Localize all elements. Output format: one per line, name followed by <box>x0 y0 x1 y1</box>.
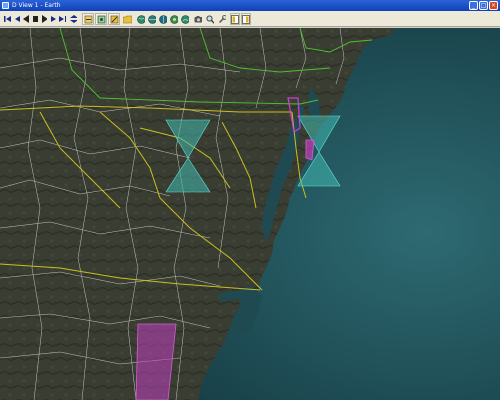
play-backward-icon <box>23 15 29 23</box>
window-controls: _ □ × <box>469 1 498 10</box>
pan-icon <box>97 15 105 23</box>
app-window: D View 1 - Earth _ □ × <box>0 0 500 400</box>
camera-icon <box>194 16 202 23</box>
globe-5-button[interactable] <box>180 13 190 25</box>
loop-icon <box>70 15 77 23</box>
stop-button[interactable] <box>31 13 39 25</box>
window-title: D View 1 - Earth <box>12 2 61 9</box>
step-back-icon <box>15 16 20 22</box>
globe-icon <box>137 14 145 24</box>
rotate-icon <box>110 15 118 23</box>
app-icon <box>2 2 9 9</box>
globe-4-button[interactable] <box>169 13 179 25</box>
pan-button[interactable] <box>95 13 107 25</box>
panel-left-icon <box>231 14 239 24</box>
toolbar <box>0 11 500 27</box>
step-forward-icon <box>51 16 56 22</box>
play-forward-button[interactable] <box>40 13 48 25</box>
settings-button[interactable] <box>217 13 227 25</box>
globe-icon <box>148 14 156 24</box>
close-button[interactable]: × <box>489 1 498 10</box>
panel-left-button[interactable] <box>230 13 240 25</box>
last-frame-icon <box>59 16 66 22</box>
globe-icon <box>170 14 178 24</box>
rotate-button[interactable] <box>108 13 120 25</box>
step-forward-button[interactable] <box>49 13 57 25</box>
folder-icon <box>123 15 132 23</box>
first-frame-icon <box>4 16 11 22</box>
maximize-button[interactable]: □ <box>479 1 488 10</box>
zoom-button[interactable] <box>82 13 94 25</box>
stop-icon <box>33 16 38 22</box>
loop-button[interactable] <box>69 13 78 25</box>
camera-button[interactable] <box>193 13 203 25</box>
panel-right-icon <box>242 14 250 24</box>
globe-3-button[interactable] <box>158 13 168 25</box>
magnify-button[interactable] <box>205 13 215 25</box>
globe-icon <box>159 14 167 24</box>
first-frame-button[interactable] <box>3 13 12 25</box>
step-back-button[interactable] <box>13 13 21 25</box>
panel-right-button[interactable] <box>241 13 251 25</box>
magnifier-icon <box>206 14 214 24</box>
globe-2-button[interactable] <box>147 13 157 25</box>
last-frame-button[interactable] <box>58 13 67 25</box>
wrench-icon <box>218 14 226 23</box>
title-bar[interactable]: D View 1 - Earth _ □ × <box>0 0 500 11</box>
open-file-button[interactable] <box>122 13 133 25</box>
globe-icon <box>181 14 189 24</box>
minimize-button[interactable]: _ <box>469 1 478 10</box>
globe-1-button[interactable] <box>136 13 146 25</box>
map-view[interactable] <box>0 28 500 400</box>
zoom-icon <box>84 15 92 23</box>
play-forward-icon <box>42 15 47 23</box>
play-backward-button[interactable] <box>22 13 30 25</box>
